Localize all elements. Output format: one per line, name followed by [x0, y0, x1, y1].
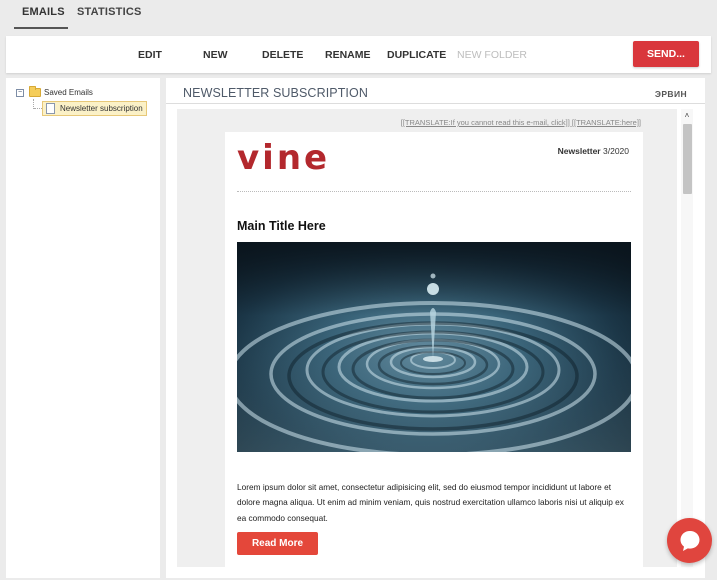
newsletter-word: Newsletter — [557, 146, 601, 156]
rename-button[interactable]: RENAME — [325, 49, 371, 61]
send-button[interactable]: SEND... — [633, 41, 699, 67]
water-drop-image — [237, 242, 631, 452]
saved-emails-tree: − Saved Emails Newsletter subscription — [6, 78, 160, 578]
email-card: vine Newsletter 3/2020 Main Title Here L… — [225, 132, 643, 567]
edit-button[interactable]: EDIT — [138, 49, 162, 61]
top-tabs: EMAILS STATISTICS — [0, 0, 717, 33]
scroll-thumb[interactable] — [683, 124, 692, 194]
vine-logo: vine — [237, 138, 331, 178]
folder-icon — [29, 86, 41, 97]
issue-number: 3/2020 — [603, 146, 629, 156]
newsletter-issue: Newsletter 3/2020 — [558, 146, 629, 156]
tab-statistics[interactable]: STATISTICS — [77, 6, 142, 18]
user-name: ЭРВИН — [654, 89, 687, 99]
document-icon — [46, 103, 55, 114]
delete-button[interactable]: DELETE — [262, 49, 303, 61]
tree-item-newsletter-subscription[interactable]: Newsletter subscription — [42, 101, 147, 116]
new-folder-button[interactable]: NEW FOLDER — [457, 49, 527, 61]
new-button[interactable]: NEW — [203, 49, 228, 61]
tree-item-label: Newsletter subscription — [60, 104, 143, 113]
chat-bubble-icon — [680, 530, 699, 551]
divider — [237, 191, 631, 192]
read-more-button[interactable]: Read More — [237, 532, 318, 555]
scroll-up-icon[interactable]: ˄ — [681, 111, 693, 121]
preview-scrollbar[interactable]: ˄ — [681, 109, 693, 567]
tree-item-label: Saved Emails — [44, 88, 93, 97]
tree-item-saved-emails[interactable]: − Saved Emails — [16, 86, 93, 97]
page-title: NEWSLETTER SUBSCRIPTION — [183, 86, 368, 100]
collapse-icon[interactable]: − — [16, 88, 24, 97]
divider — [166, 103, 705, 104]
email-title: Main Title Here — [237, 219, 326, 233]
duplicate-button[interactable]: DUPLICATE — [387, 49, 446, 61]
chat-button[interactable] — [667, 518, 712, 563]
toolbar: EDIT NEW DELETE RENAME DUPLICATE NEW FOL… — [6, 36, 711, 73]
hero-image — [237, 242, 631, 452]
active-tab-indicator — [14, 27, 68, 29]
view-online-link[interactable]: [[TRANSLATE:If you cannot read this e-ma… — [401, 118, 641, 127]
email-preview: [[TRANSLATE:If you cannot read this e-ma… — [177, 109, 677, 567]
tree-connector — [34, 108, 42, 109]
tab-emails[interactable]: EMAILS — [22, 6, 65, 18]
email-body-text: Lorem ipsum dolor sit amet, consectetur … — [237, 482, 624, 523]
